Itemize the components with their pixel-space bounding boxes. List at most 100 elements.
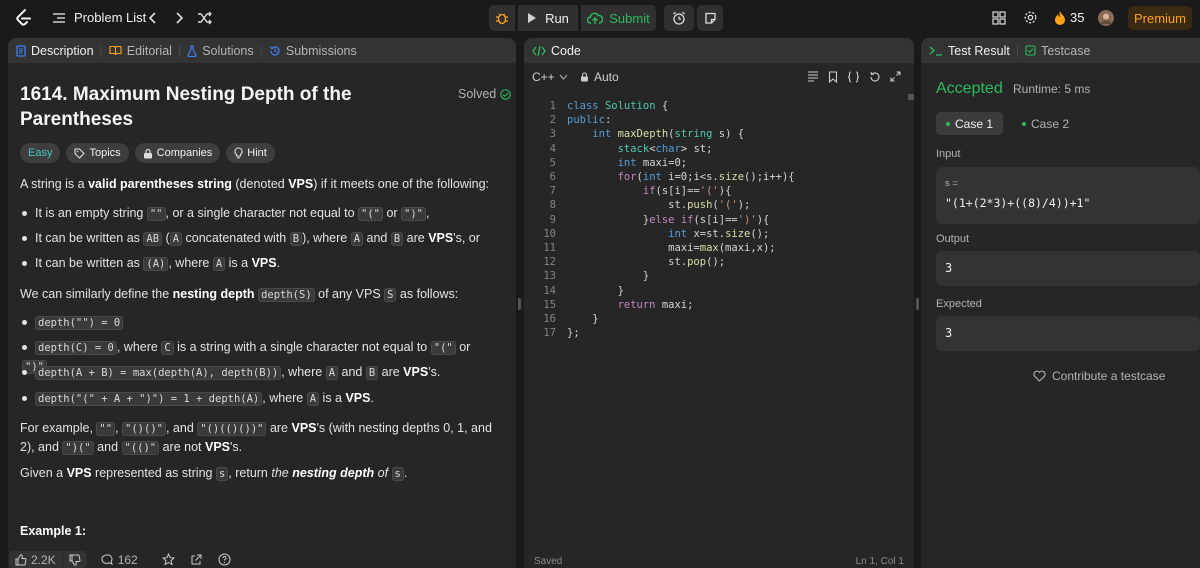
debug-button[interactable] [489, 5, 515, 31]
check-circle-icon [500, 88, 511, 100]
heart-icon [1033, 370, 1046, 382]
terminal-icon [929, 46, 942, 56]
share-icon[interactable] [190, 554, 202, 566]
flask-icon [187, 44, 197, 57]
dislike-button[interactable] [62, 551, 87, 568]
streak-count: 35 [1070, 10, 1085, 25]
hint-tag[interactable]: Hint [226, 143, 275, 163]
bookmark-icon[interactable] [828, 71, 838, 83]
code-line[interactable]: 8 st.push('('); [524, 198, 904, 212]
code-line[interactable]: 13 } [524, 269, 904, 283]
tab-test-result[interactable]: Test Result [929, 44, 1010, 58]
panel-resize-handle[interactable] [916, 298, 919, 310]
format-lines-icon[interactable] [807, 71, 819, 82]
avatar[interactable] [1098, 10, 1114, 26]
runtime: Runtime: 5 ms [1013, 82, 1091, 96]
language-label: C++ [532, 70, 555, 84]
example-1-heading: Example 1: [20, 524, 87, 538]
code-line[interactable]: 17}; [524, 326, 904, 340]
solved-label: Solved [458, 87, 497, 101]
contribute-testcase-button[interactable]: Contribute a testcase [1033, 369, 1165, 383]
tab-editorial[interactable]: Editorial [109, 44, 172, 58]
code-line[interactable]: 14 } [524, 284, 904, 298]
code-text: int maxDepth(string s) { [592, 128, 745, 141]
comment-count: 162 [117, 552, 138, 567]
description-paragraph-2: We can similarly define the nesting dept… [20, 287, 459, 302]
code-panel-header: Code [524, 38, 914, 63]
expand-icon[interactable] [890, 71, 901, 82]
code-line[interactable]: 15 return maxi; [524, 298, 904, 312]
line-number: 17 [543, 327, 556, 340]
help-icon[interactable] [218, 553, 231, 566]
hint-label: Hint [247, 147, 267, 159]
line-number: 16 [543, 313, 556, 325]
code-text: maxi=max(maxi,x); [567, 242, 776, 254]
line-number: 3 [549, 128, 556, 141]
code-line[interactable]: 6 for(int i=0;i<s.size();i++){ [524, 170, 904, 184]
prev-problem-icon[interactable] [148, 11, 158, 25]
save-status: Saved [534, 556, 563, 567]
code-line[interactable]: 16 } [524, 312, 904, 326]
code-line[interactable]: 4 stack<char> st; [524, 142, 904, 156]
book-icon [109, 45, 122, 56]
code-line[interactable]: 5 int maxi=0; [524, 156, 904, 170]
code-line[interactable]: 7 if(s[i]=='('){ [524, 184, 904, 198]
list-item: depth(A + B) = max(depth(A), depth(B)), … [22, 363, 502, 382]
line-number: 14 [543, 284, 556, 297]
reset-icon[interactable] [869, 71, 881, 83]
companies-tag[interactable]: Companies [134, 143, 221, 163]
list-item: It can be written as AB (A concatenated … [22, 229, 502, 248]
scrollbar[interactable] [908, 94, 914, 100]
panel-resize-handle[interactable] [518, 298, 521, 310]
shuffle-icon[interactable] [197, 11, 212, 25]
braces-icon[interactable] [847, 71, 860, 83]
code-text: if(s[i]=='('){ [642, 185, 732, 198]
run-toolbar: Run Submit [489, 5, 723, 31]
problem-list-button[interactable]: Problem List [52, 10, 146, 25]
code-text: return maxi; [617, 298, 694, 311]
premium-button[interactable]: Premium [1128, 6, 1192, 30]
notes-button[interactable] [697, 5, 723, 31]
list-item: depth("") = 0 [22, 313, 502, 332]
timer-button[interactable] [664, 5, 694, 31]
tab-description[interactable]: Description [16, 44, 94, 58]
code-line[interactable]: 1 class Solution { [524, 99, 904, 113]
pass-dot [945, 121, 950, 126]
document-icon [16, 44, 26, 57]
language-selector[interactable]: C++ [532, 70, 568, 84]
submit-label: Submit [609, 10, 650, 26]
code-line[interactable]: 3 int maxDepth(string s) { [524, 127, 904, 141]
tab-submissions[interactable]: Submissions [269, 44, 357, 58]
code-line[interactable]: 2 public: [524, 113, 904, 127]
difficulty-label: Easy [28, 147, 53, 159]
layout-icon[interactable] [992, 11, 1006, 25]
tab-solutions[interactable]: Solutions [187, 43, 254, 58]
code-line[interactable]: 10 int x=st.size(); [524, 227, 904, 241]
settings-gear-icon[interactable] [1023, 10, 1038, 25]
submit-button[interactable]: Submit [581, 5, 656, 31]
note-icon [704, 12, 716, 24]
code-line[interactable]: 9 }else if(s[i]==')'){ [524, 213, 904, 227]
problem-tags: Easy Topics Companies Hint [20, 143, 275, 163]
auto-mode-toggle[interactable]: Auto [580, 70, 619, 84]
streak-counter[interactable]: 35 [1054, 10, 1084, 25]
code-line[interactable]: 12 st.pop(); [524, 255, 904, 269]
code-editor[interactable]: 1 class Solution {2 public: 3 int maxDepth(… [524, 96, 914, 356]
list-icon [53, 12, 65, 23]
case-1-tab[interactable]: Case 1 [936, 112, 1003, 135]
case-2-tab[interactable]: Case 2 [1012, 112, 1079, 135]
next-problem-icon[interactable] [174, 11, 184, 25]
code-line[interactable]: 11 maxi=max(maxi,x); [524, 241, 904, 255]
line-number: 9 [549, 213, 556, 226]
leetcode-logo-icon[interactable] [14, 8, 34, 28]
star-icon[interactable] [161, 553, 175, 566]
difficulty-badge: Easy [20, 143, 61, 163]
tab-test-result-label: Test Result [948, 43, 1010, 58]
topics-tag[interactable]: Topics [66, 143, 129, 163]
solved-status: Solved [458, 87, 511, 101]
run-button[interactable]: Run [518, 5, 578, 31]
like-button[interactable]: 2.2K [9, 551, 62, 568]
tab-testcase[interactable]: Testcase [1025, 44, 1090, 58]
tab-solutions-label: Solutions [202, 43, 254, 58]
comments-button[interactable]: 162 [101, 553, 138, 567]
